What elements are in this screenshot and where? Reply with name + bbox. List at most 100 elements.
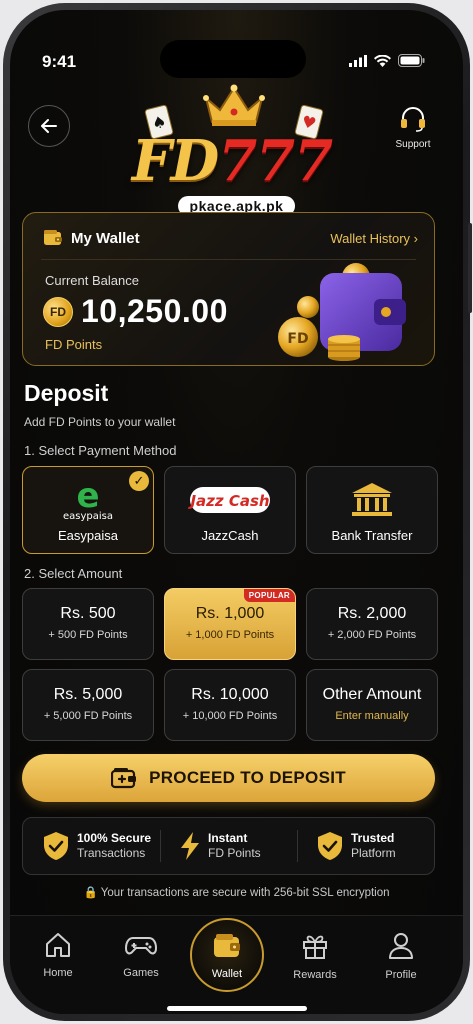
proceed-label: PROCEED TO DEPOSIT	[149, 768, 346, 787]
wallet-header: My Wallet	[43, 229, 140, 247]
nav-profile-label: Profile	[385, 969, 417, 981]
power-button	[468, 223, 472, 313]
status-bar: 9:41	[10, 10, 463, 78]
amount-value: Rs. 10,000	[191, 686, 269, 703]
payment-method-name: JazzCash	[201, 528, 259, 543]
nav-wallet[interactable]: Wallet	[190, 918, 264, 992]
amount-option-other[interactable]: Other Amount Enter manually	[306, 669, 438, 741]
battery-icon	[398, 54, 425, 67]
amount-points: + 1,000 FD Points	[185, 629, 275, 641]
trust-title: 100% Secure	[77, 831, 152, 845]
wallet-add-icon	[111, 768, 137, 789]
balance-unit: FD Points	[45, 337, 103, 352]
balance-row: FD 10,250.00	[43, 293, 228, 330]
status-time: 9:41	[42, 52, 77, 71]
payment-method-bank-transfer[interactable]: Bank Transfer	[306, 466, 438, 554]
trust-title: Instant	[208, 831, 248, 845]
payment-method-name: Bank Transfer	[331, 528, 413, 543]
trust-sub: Platform	[351, 846, 396, 860]
shield-check-icon	[318, 832, 342, 860]
amount-points: Enter manually	[335, 710, 409, 722]
headset-icon	[401, 107, 425, 132]
phone-frame: 9:41 ♠ ♥ FD777 Support pkace.apk.pk My W…	[3, 3, 472, 1021]
nav-rewards-label: Rewards	[293, 969, 337, 981]
trust-title: Trusted	[351, 831, 395, 845]
amount-option-500[interactable]: Rs. 500 + 500 FD Points	[22, 588, 154, 660]
jazzcash-logo-text: Jazz Cash	[188, 492, 270, 510]
amount-option-10000[interactable]: Rs. 10,000 + 10,000 FD Points	[164, 669, 296, 741]
logo-text-fd: FD	[131, 128, 219, 194]
arrow-left-icon	[41, 119, 57, 133]
chevron-right-icon: ›	[413, 231, 418, 246]
amount-option-2000[interactable]: Rs. 2,000 + 2,000 FD Points	[306, 588, 438, 660]
easypaisa-logo-text: easypaisa	[63, 511, 113, 521]
status-icons	[349, 54, 425, 67]
trust-bar: 100% Secure Transactions Instant FD Points…	[22, 817, 435, 875]
amount-value: Other Amount	[322, 686, 422, 703]
wallet-divider	[41, 259, 416, 260]
support-label: Support	[395, 139, 431, 150]
amount-option-1000[interactable]: POPULAR Rs. 1,000 + 1,000 FD Points	[164, 588, 296, 660]
signal-icon	[349, 54, 367, 67]
user-icon	[389, 933, 413, 959]
amount-points: + 2,000 FD Points	[327, 629, 417, 641]
home-icon	[46, 933, 70, 957]
popular-badge: POPULAR	[243, 589, 295, 602]
crown-icon	[203, 84, 265, 126]
back-button[interactable]	[28, 105, 70, 147]
logo-text: FD777	[122, 128, 342, 194]
nav-wallet-label: Wallet	[211, 968, 243, 980]
bottom-nav: Home Games Wallet Rewards Profile	[10, 915, 463, 1014]
nav-home[interactable]: Home	[23, 932, 93, 979]
amount-points: + 10,000 FD Points	[182, 710, 278, 722]
trust-sub: Transactions	[77, 846, 146, 860]
deposit-title: Deposit	[24, 380, 109, 406]
trust-item-instant: Instant FD Points	[160, 818, 297, 874]
easypaisa-logo-icon: e easypaisa	[63, 476, 113, 522]
balance-amount: 10,250.00	[81, 293, 228, 329]
app-screen: 9:41 ♠ ♥ FD777 Support pkace.apk.pk My W…	[10, 10, 463, 1014]
nav-games-label: Games	[123, 967, 159, 979]
jazzcash-logo-icon: Jazz Cash	[187, 487, 270, 513]
ssl-note: 🔒 Your transactions are secure with 256-…	[10, 885, 463, 899]
nav-rewards[interactable]: Rewards	[280, 932, 350, 981]
payment-method-name: Easypaisa	[58, 528, 118, 543]
support-button[interactable]: Support	[387, 106, 439, 150]
wallet-title: My Wallet	[71, 229, 140, 247]
ssl-note-text: Your transactions are secure with 256-bi…	[100, 887, 390, 899]
lock-icon: 🔒	[83, 887, 98, 899]
amount-option-5000[interactable]: Rs. 5,000 + 5,000 FD Points	[22, 669, 154, 741]
shield-check-icon	[44, 832, 68, 860]
wallet-history-link[interactable]: Wallet History ›	[330, 231, 418, 246]
payment-method-jazzcash[interactable]: Jazz Cash JazzCash	[164, 466, 296, 554]
payment-method-easypaisa[interactable]: ✓ e easypaisa Easypaisa	[22, 466, 154, 554]
wallet-icon	[214, 934, 240, 957]
check-icon: ✓	[129, 471, 149, 491]
logo-text-777: 777	[218, 128, 333, 194]
nav-profile[interactable]: Profile	[366, 932, 436, 981]
dynamic-island	[160, 40, 306, 78]
amount-value: Rs. 5,000	[53, 686, 123, 703]
bank-icon	[352, 483, 392, 516]
nav-home-label: Home	[43, 967, 73, 979]
gift-icon	[303, 935, 327, 959]
gamepad-icon	[124, 937, 158, 955]
amount-value: Rs. 500	[60, 605, 116, 622]
step-select-amount: 2. Select Amount	[24, 566, 123, 581]
nav-games[interactable]: Games	[106, 932, 176, 979]
svg-text:FD: FD	[287, 331, 308, 347]
wallet-icon	[44, 230, 62, 245]
home-indicator	[166, 1006, 307, 1011]
trust-item-secure: 100% Secure Transactions	[23, 818, 160, 874]
proceed-to-deposit-button[interactable]: PROCEED TO DEPOSIT	[22, 754, 435, 802]
wallet-history-label: Wallet History	[330, 231, 411, 246]
wallet-card: My Wallet Wallet History › Current Balan…	[22, 212, 435, 366]
balance-label: Current Balance	[45, 273, 139, 288]
fd-coin-icon: FD	[43, 296, 73, 327]
wifi-icon	[374, 54, 391, 67]
wallet-illustration-icon: FD	[278, 263, 406, 361]
amount-points: + 500 FD Points	[48, 629, 128, 641]
step-payment-method: 1. Select Payment Method	[24, 443, 177, 458]
lightning-icon	[181, 832, 199, 860]
amount-value: Rs. 2,000	[337, 605, 407, 622]
